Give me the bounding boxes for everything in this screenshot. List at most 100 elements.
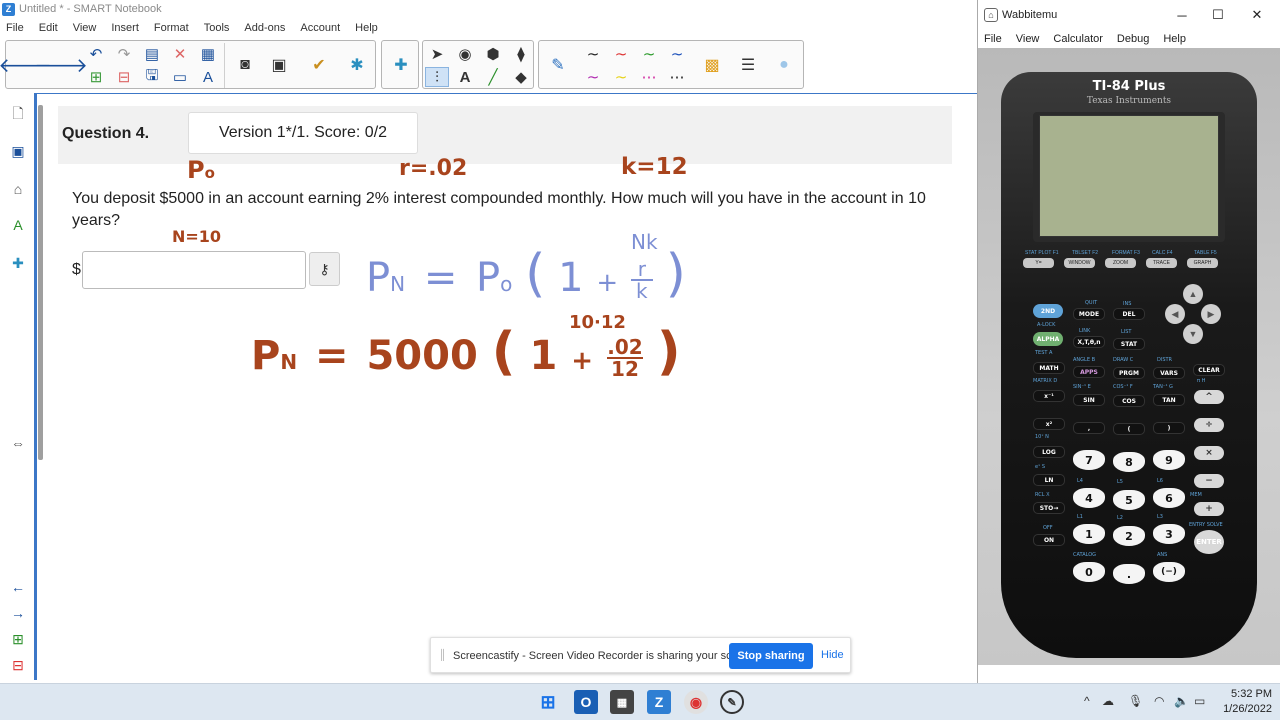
menu-format[interactable]: Format <box>154 22 189 34</box>
expand-sidebar-icon[interactable]: ⇔ <box>8 433 28 453</box>
menu-help[interactable]: Help <box>355 22 378 34</box>
key-mode[interactable]: MODE <box>1073 308 1105 320</box>
menu-add-ons[interactable]: Add-ons <box>244 22 285 34</box>
menu-tools[interactable]: Tools <box>204 22 230 34</box>
menu-edit[interactable]: Edit <box>39 22 58 34</box>
add-ons-icon[interactable]: ✚ <box>8 253 28 273</box>
arrow-down-icon[interactable]: ▼ <box>1183 324 1203 344</box>
wifi-icon[interactable]: ◠ <box>1154 694 1164 708</box>
document-camera-icon[interactable]: ▣ <box>262 44 296 86</box>
wb-menu-view[interactable]: View <box>1016 33 1040 45</box>
pen-magenta-dash-icon[interactable]: ⋯ <box>637 67 661 87</box>
undo-icon[interactable]: ↶ <box>84 44 108 64</box>
save-icon[interactable]: 🖫 <box>140 67 164 87</box>
select-arrow-icon[interactable]: ➤ <box>425 44 449 64</box>
pen-black-dash-icon[interactable]: ⋯ <box>665 67 689 87</box>
pen-green-icon[interactable]: ∼ <box>637 44 661 64</box>
gallery-icon[interactable]: ▣ <box>8 141 28 161</box>
key-6[interactable]: 6 <box>1153 488 1185 508</box>
clock-date[interactable]: 1/26/2022 <box>1212 703 1272 715</box>
paint-bucket-icon[interactable]: ⧫ <box>509 44 533 64</box>
answer-key-button[interactable]: ⚷ <box>309 252 340 286</box>
key-comma[interactable]: , <box>1073 422 1105 434</box>
sidebar-next-icon[interactable]: → <box>8 603 28 623</box>
key-x-squared[interactable]: x² <box>1033 418 1065 430</box>
battery-icon[interactable]: ▭ <box>1194 694 1205 708</box>
key-apps[interactable]: APPS <box>1073 366 1105 378</box>
key-graph[interactable]: GRAPH <box>1187 258 1218 268</box>
add-page-icon[interactable]: ⊞ <box>84 67 108 87</box>
line-tool-icon[interactable]: ╱ <box>481 67 505 87</box>
key-5[interactable]: 5 <box>1113 490 1145 510</box>
eraser-icon[interactable]: ◆ <box>509 67 533 87</box>
notebook-canvas[interactable]: Question 4. Version 1*/1. Score: 0/2 Po … <box>44 94 977 680</box>
line-style-icon[interactable]: ☰ <box>731 44 765 86</box>
pen-red-icon[interactable]: ∼ <box>609 44 633 64</box>
clock-time[interactable]: 5:32 PM <box>1222 688 1272 700</box>
delete-page-icon[interactable]: ⊟ <box>112 67 136 87</box>
fill-icon[interactable]: ⬢ <box>481 44 505 64</box>
stop-sharing-button[interactable]: Stop sharing <box>729 643 813 669</box>
text-recognition-icon[interactable]: A <box>196 67 220 87</box>
key-ln[interactable]: LN <box>1033 474 1065 486</box>
pen-icon[interactable]: ✎ <box>541 44 575 86</box>
key-right-paren[interactable]: ) <box>1153 422 1185 434</box>
smart-notebook-taskbar-icon[interactable]: Z <box>647 690 671 714</box>
key-window[interactable]: WINDOW <box>1064 258 1095 268</box>
pens-icon[interactable]: ⫶ <box>425 67 449 87</box>
windows-start-icon[interactable]: ⊞ <box>536 690 560 714</box>
key-xton[interactable]: X,T,θ,n <box>1073 336 1105 348</box>
paste-icon[interactable]: ▤ <box>140 44 164 64</box>
redo-icon[interactable]: ↷ <box>112 44 136 64</box>
minimize-icon[interactable]: ─ <box>1164 4 1200 26</box>
onedrive-icon[interactable]: ☁ <box>1102 694 1114 708</box>
pen-black-icon[interactable]: ∼ <box>581 44 605 64</box>
key-multiply[interactable]: × <box>1194 446 1224 460</box>
key-1[interactable]: 1 <box>1073 524 1105 544</box>
pen-yellow-icon[interactable]: ∼ <box>609 67 633 87</box>
camera-icon[interactable]: ◙ <box>228 44 262 86</box>
menu-view[interactable]: View <box>73 22 97 34</box>
key-plus[interactable]: + <box>1194 502 1224 516</box>
page-sorter-icon[interactable]: 🗋 <box>8 105 28 125</box>
key-on[interactable]: ON <box>1033 534 1065 546</box>
menu-insert[interactable]: Insert <box>111 22 139 34</box>
pen-purple-icon[interactable]: ∼ <box>581 67 605 87</box>
key-log[interactable]: LOG <box>1033 446 1065 458</box>
menu-account[interactable]: Account <box>300 22 340 34</box>
key-y-equals[interactable]: Y= <box>1023 258 1054 268</box>
key-clear[interactable]: CLEAR <box>1193 364 1225 376</box>
screen-shade-icon[interactable]: ▭ <box>168 67 192 87</box>
hide-banner-button[interactable]: Hide <box>821 649 844 661</box>
key-0[interactable]: 0 <box>1073 562 1105 582</box>
shapes-icon[interactable]: ◉ <box>453 44 477 64</box>
key-2nd[interactable]: 2ND <box>1033 304 1063 318</box>
key-minus[interactable]: − <box>1194 474 1224 488</box>
response-icon[interactable]: ✔ <box>302 44 336 86</box>
wb-menu-calculator[interactable]: Calculator <box>1053 33 1103 45</box>
key-vars[interactable]: VARS <box>1153 367 1185 379</box>
drag-handle-icon[interactable]: ║ <box>439 650 446 661</box>
key-left-paren[interactable]: ( <box>1113 423 1145 435</box>
key-prgm[interactable]: PRGM <box>1113 367 1145 379</box>
key-8[interactable]: 8 <box>1113 452 1145 472</box>
key-divide[interactable]: ÷ <box>1194 418 1224 432</box>
key-decimal[interactable]: . <box>1113 564 1145 584</box>
table-icon[interactable]: ▦ <box>196 44 220 64</box>
outlook-icon[interactable]: O <box>574 690 598 714</box>
attachments-icon[interactable]: ⌂ <box>8 179 28 199</box>
key-7[interactable]: 7 <box>1073 450 1105 470</box>
key-stat[interactable]: STAT <box>1113 338 1145 350</box>
microphone-icon[interactable]: 🎙 <box>1128 694 1143 708</box>
key-math[interactable]: MATH <box>1033 362 1065 374</box>
wb-menu-help[interactable]: Help <box>1163 33 1186 45</box>
arrow-right-icon[interactable]: ▶ <box>1201 304 1221 324</box>
transparency-icon[interactable]: ● <box>767 44 801 86</box>
activity-builder-icon[interactable]: ✱ <box>340 44 374 86</box>
chrome-icon[interactable]: ◉ <box>684 690 708 714</box>
volume-icon[interactable]: 🔈 <box>1174 694 1189 708</box>
color-palette-icon[interactable]: ▩ <box>695 44 729 86</box>
arrow-left-icon[interactable]: ◀ <box>1165 304 1185 324</box>
wb-menu-file[interactable]: File <box>984 33 1002 45</box>
key-sto[interactable]: STO→ <box>1033 502 1065 514</box>
